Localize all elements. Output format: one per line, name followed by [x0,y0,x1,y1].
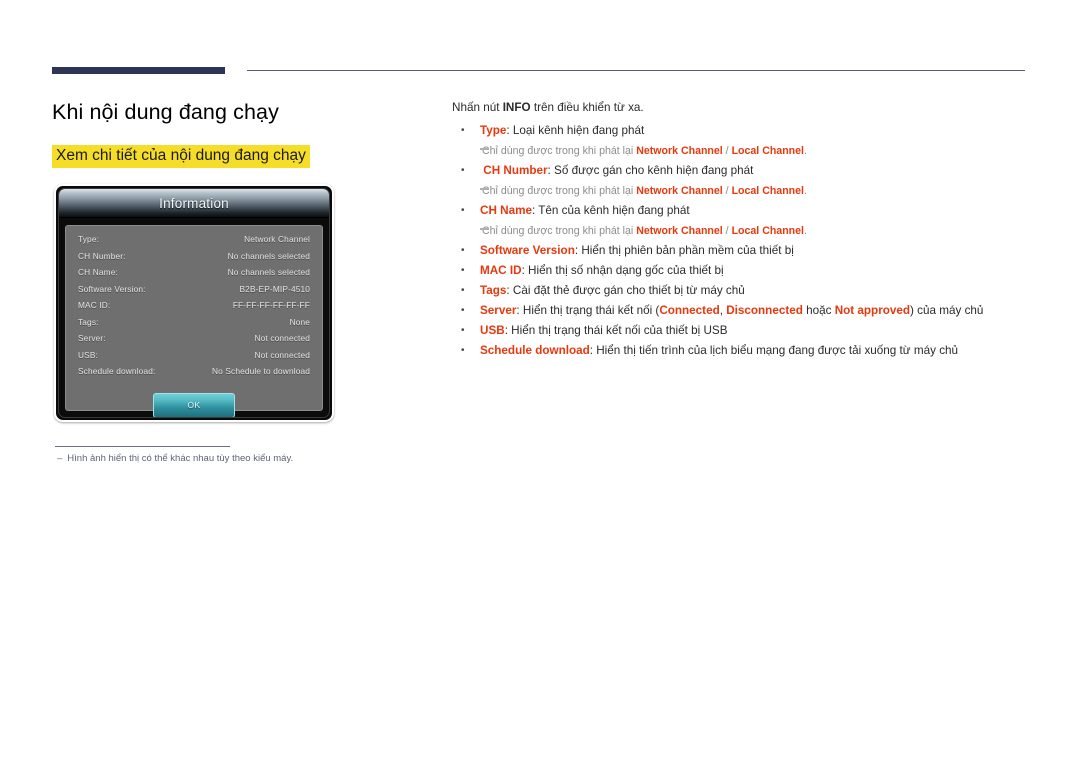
info-value: No channels selected [227,250,310,261]
note-after: . [803,145,807,157]
term-server: Server [480,304,517,317]
note-sep: / [722,145,732,157]
info-value: Not connected [254,349,310,360]
info-row-ch-number: CH Number: No channels selected [78,251,310,268]
footnote-divider [55,446,230,447]
inline-sep-2: hoặc [802,304,835,317]
note-term-local-channel: Local Channel [731,185,804,197]
description-panel: Nhấn nút INFO trên điều khiển từ xa. Typ… [452,101,1032,361]
note-sep: / [722,185,732,197]
info-value: B2B-EP-MIP-4510 [239,283,310,294]
info-label: Schedule download: [78,366,156,376]
info-value: No channels selected [227,267,310,277]
list-item-ch-number: CH Number: Số được gán cho kênh hiện đan… [452,161,1032,181]
desc-server-post: ) của máy chủ [910,304,984,317]
note-before: Chỉ dùng được trong khi phát lại [482,145,637,157]
term-tags: Tags [480,284,507,297]
desc-usb: : Hiển thị trạng thái kết nối của thiết … [504,324,728,337]
note-term-network-channel: Network Channel [636,225,723,237]
list-item-software-version: Software Version: Hiển thị phiên bản phầ… [452,241,1032,261]
info-value: None [289,316,310,327]
note-before: Chỉ dùng được trong khi phát lại [482,225,637,237]
note-term-local-channel: Local Channel [731,225,804,237]
page-title: Khi nội dung đang chạy [52,100,279,124]
desc-tags: : Cài đặt thẻ được gán cho thiết bị từ m… [506,284,745,297]
note-before: Chỉ dùng được trong khi phát lại [482,185,637,197]
footnote-text: Hình ảnh hiển thị có thể khác nhau tùy t… [67,453,294,464]
info-value: FF-FF-FF-FF-FF-FF [232,300,310,310]
desc-ch-number: : Số được gán cho kênh hiện đang phát [547,164,754,177]
info-label: USB: [78,349,98,360]
term-mac-id: MAC ID [480,264,522,277]
information-dialog: Information Type: Network Channel CH Num… [54,184,334,422]
list-item-server: Server: Hiển thị trạng thái kết nối (Con… [452,301,1032,321]
intro-before: Nhấn nút [452,101,503,114]
status-not-approved: Not approved [834,304,911,317]
note-term-local-channel: Local Channel [731,145,804,157]
info-row-schedule-download: Schedule download: No Schedule to downlo… [78,366,310,383]
intro-after: trên điều khiển từ xa. [530,101,644,114]
note-type: Chỉ dùng được trong khi phát lại Network… [452,141,1032,161]
desc-server-pre: : Hiển thị trạng thái kết nối ( [516,304,660,317]
term-type: Type [480,124,507,137]
list-item-tags: Tags: Cài đặt thẻ được gán cho thiết bị … [452,281,1032,301]
term-schedule-download: Schedule download [480,344,590,357]
desc-ch-name: : Tên của kênh hiện đang phát [531,204,690,217]
dialog-body: Type: Network Channel CH Number: No chan… [65,225,323,417]
dialog-inner-frame: Information Type: Network Channel CH Num… [58,188,330,418]
status-connected: Connected [659,304,720,317]
note-sep: / [722,225,732,237]
note-after: . [803,185,807,197]
info-value: Network Channel [244,234,310,244]
dialog-title: Information [159,195,229,211]
list-item-ch-name: CH Name: Tên của kênh hiện đang phát [452,201,1032,221]
term-software-version: Software Version [480,244,575,257]
info-label: Type: [78,234,100,244]
info-label: Tags: [78,316,99,327]
term-usb: USB [480,324,505,337]
list-item-mac-id: MAC ID: Hiển thị số nhận dạng gốc của th… [452,261,1032,281]
list-item-type: Type: Loại kênh hiện đang phát [452,121,1032,141]
desc-type: : Loại kênh hiện đang phát [506,124,645,137]
list-item-schedule-download: Schedule download: Hiển thị tiến trình c… [452,341,1032,361]
info-row-usb: USB: Not connected [78,350,310,367]
note-ch-number: Chỉ dùng được trong khi phát lại Network… [452,181,1032,201]
intro-line: Nhấn nút INFO trên điều khiển từ xa. [452,101,1032,115]
note-after: . [803,225,807,237]
header-divider-line [247,70,1025,71]
status-disconnected: Disconnected [726,304,803,317]
note-term-network-channel: Network Channel [636,145,723,157]
dialog-button-row: OK [78,392,310,417]
dialog-titlebar: Information [59,189,329,218]
info-value: No Schedule to download [211,366,310,376]
desc-software-version: : Hiển thị phiên bản phần mềm của thiết … [574,244,794,257]
info-label: CH Name: [78,267,118,277]
header-accent-bar [52,67,225,74]
info-button-keyword: INFO [502,101,531,114]
info-label: MAC ID: [78,300,111,310]
section-heading: Xem chi tiết của nội dung đang chạy [52,145,310,168]
info-row-server: Server: Not connected [78,333,310,350]
term-ch-number: CH Number [483,164,548,177]
desc-schedule-download: : Hiển thị tiến trình của lịch biểu mạng… [589,344,959,357]
info-label: Software Version: [78,283,146,294]
footnote-dash: – [57,453,63,464]
term-ch-name: CH Name [480,204,532,217]
info-row-type: Type: Network Channel [78,234,310,251]
info-label: Server: [78,333,106,343]
desc-mac-id: : Hiển thị số nhận dạng gốc của thiết bị [521,264,724,277]
ok-button[interactable]: OK [153,392,235,417]
info-row-tags: Tags: None [78,317,310,334]
info-label: CH Number: [78,250,126,261]
info-row-mac-id: MAC ID: FF-FF-FF-FF-FF-FF [78,300,310,317]
info-row-ch-name: CH Name: No channels selected [78,267,310,284]
info-value: Not connected [254,333,310,343]
list-item-usb: USB: Hiển thị trạng thái kết nối của thi… [452,321,1032,341]
info-row-software-version: Software Version: B2B-EP-MIP-4510 [78,284,310,301]
note-term-network-channel: Network Channel [636,185,723,197]
footnote: – Hình ảnh hiển thị có thể khác nhau tùy … [57,453,293,464]
note-ch-name: Chỉ dùng được trong khi phát lại Network… [452,221,1032,241]
